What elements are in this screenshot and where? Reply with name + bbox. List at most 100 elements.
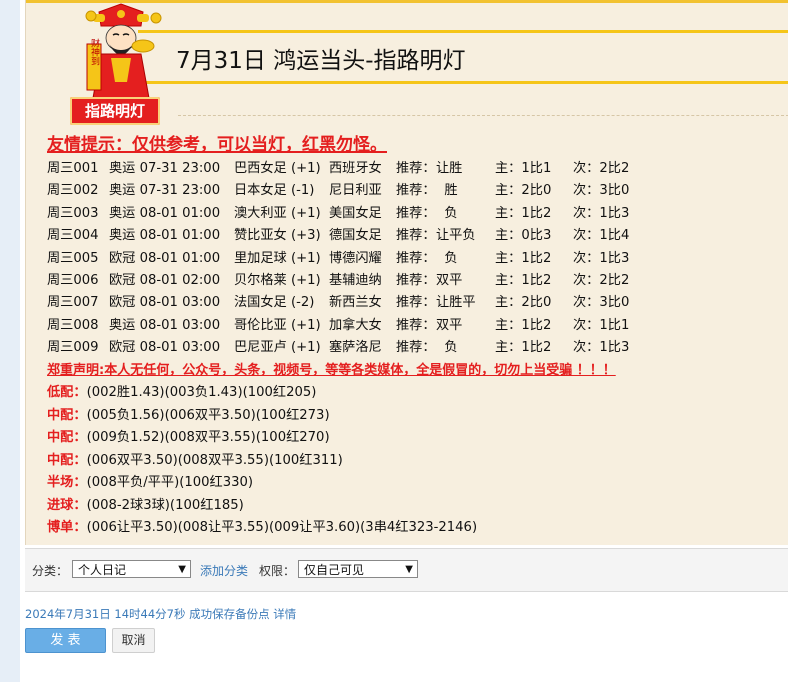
title-box: 7月31日 鸿运当头-指路明灯 — [138, 30, 788, 84]
recommend-label: 推荐： — [396, 317, 436, 333]
match-code: 周三002 — [47, 183, 99, 199]
add-category-link[interactable]: 添加分类 — [200, 562, 248, 579]
friendly-tip: 友情提示：仅供参考，可以当灯，红黑勿怪。 — [47, 135, 387, 155]
combo-label: 中配： — [47, 452, 87, 468]
main-score: 主：1比2 — [495, 317, 552, 333]
combo-item: 博单：(006让平3.50)(008让平3.55)(009让平3.60)(3串4… — [47, 516, 477, 539]
permission-selected-value: 仅自己可见 — [304, 563, 365, 577]
cancel-button[interactable]: 取消 — [112, 628, 155, 653]
match-league-time: 奥运 08-01 01:00 — [109, 205, 221, 221]
match-home-team: 澳大利亚 (+1) — [234, 205, 321, 221]
post-settings-bar: 分类： 个人日记 ▼ 添加分类 权限： 仅自己可见 ▼ — [25, 548, 788, 592]
main-score: 主：1比2 — [495, 250, 552, 266]
match-home-team: 日本女足 (-1) — [234, 183, 315, 199]
recommend-label: 推荐： — [396, 250, 436, 266]
permission-select[interactable]: 仅自己可见 ▼ — [298, 560, 418, 578]
match-code: 周三007 — [47, 295, 99, 311]
recommend-label: 推荐： — [396, 183, 436, 199]
details-link[interactable]: 详情 — [273, 607, 296, 621]
combo-label: 半场： — [47, 475, 87, 490]
recommend-label: 推荐： — [396, 295, 436, 311]
recommend-value: 负 — [436, 205, 458, 221]
chevron-down-icon: ▼ — [405, 564, 413, 575]
recommend-value: 双平 — [436, 317, 463, 333]
match-code: 周三009 — [47, 340, 99, 356]
recommend-value: 让胜 — [436, 161, 463, 176]
main-score: 主：0比3 — [495, 228, 552, 244]
warning-notice: 郑重声明:本人无任何，公众号，头条，视频号，等等各类媒体，全是假冒的，切勿上当受… — [47, 363, 616, 378]
mascot-label: 财神到 — [89, 37, 100, 65]
main-score: 主：1比2 — [495, 340, 552, 356]
category-select[interactable]: 个人日记 ▼ — [72, 560, 191, 578]
save-status: 2024年7月31日 14时44分7秒 成功保存备份点 详情 — [25, 606, 296, 622]
combo-value: (008平负/平平)(100红330) — [86, 475, 254, 490]
match-home-team: 巴西女足 (+1) — [234, 161, 321, 176]
combo-item: 低配：(002胜1.43)(003负1.43)(100红205) — [47, 381, 477, 404]
combo-value: (002胜1.43)(003负1.43)(100红205) — [86, 385, 317, 400]
match-away-team: 西班牙女 — [329, 161, 382, 176]
match-away-team: 塞萨洛尼 — [329, 340, 382, 356]
match-league-time: 欧冠 08-01 02:00 — [109, 272, 221, 288]
match-code: 周三004 — [47, 228, 99, 244]
combo-label: 低配： — [47, 385, 87, 400]
recommend-label: 推荐： — [396, 161, 436, 176]
recommend-label: 推荐： — [396, 205, 436, 221]
secondary-score: 次：2比2 — [573, 161, 630, 176]
category-selected-value: 个人日记 — [78, 563, 127, 577]
combo-list: 低配：(002胜1.43)(003负1.43)(100红205) 中配：(005负… — [47, 381, 477, 539]
match-away-team: 加拿大女 — [329, 317, 382, 333]
secondary-score: 次：1比4 — [573, 228, 630, 244]
match-home-team: 哥伦比亚 (+1) — [234, 317, 321, 333]
post-content-area[interactable]: 7月31日 鸿运当头-指路明灯 财神到 指路明灯 友情提示：仅供参考，可以当灯，… — [25, 0, 788, 545]
match-league-time: 奥运 08-01 01:00 — [109, 228, 221, 244]
combo-value: (006让平3.50)(008让平3.55)(009让平3.60)(3串4红32… — [86, 520, 478, 535]
permission-label: 权限： — [259, 564, 296, 578]
match-league-time: 欧冠 08-01 01:00 — [109, 250, 221, 266]
match-away-team: 博德闪耀 — [329, 250, 382, 266]
recommend-value: 双平 — [436, 272, 463, 288]
secondary-score: 次：2比2 — [573, 272, 630, 288]
match-league-time: 奥运 07-31 23:00 — [109, 161, 221, 176]
combo-item: 中配：(005负1.56)(006双平3.50)(100红273) — [47, 404, 477, 427]
match-away-team: 尼日利亚 — [329, 183, 382, 199]
match-code: 周三008 — [47, 317, 99, 333]
combo-value: (008-2球3球)(100红185) — [86, 497, 244, 513]
recommend-label: 推荐： — [396, 340, 436, 356]
main-score: 主：2比0 — [495, 295, 552, 311]
publish-button[interactable]: 发 表 — [25, 628, 106, 653]
match-home-team: 巴尼亚卢 (+1) — [234, 340, 321, 356]
recommend-label: 推荐： — [396, 228, 436, 244]
combo-label: 中配： — [47, 430, 87, 445]
combo-label: 中配： — [47, 407, 87, 423]
recommend-value: 让平负 — [436, 228, 476, 244]
secondary-score: 次：1比3 — [573, 205, 630, 221]
recommend-value: 胜 — [436, 183, 458, 199]
main-score: 主：2比0 — [495, 183, 552, 199]
main-score: 主：1比2 — [495, 205, 552, 221]
dashed-divider — [178, 115, 788, 116]
match-home-team: 法国女足 (-2) — [234, 295, 315, 311]
match-home-team: 贝尔格莱 (+1) — [234, 272, 321, 288]
editor-container: 7月31日 鸿运当头-指路明灯 财神到 指路明灯 友情提示：仅供参考，可以当灯，… — [20, 0, 788, 682]
match-away-team: 基辅迪纳 — [329, 272, 382, 288]
match-away-team: 德国女足 — [329, 228, 382, 244]
match-away-team: 新西兰女 — [329, 295, 382, 311]
combo-label: 博单： — [47, 520, 87, 535]
secondary-score: 次：3比0 — [573, 295, 630, 311]
combo-label: 进球： — [47, 497, 87, 513]
recommend-value: 负 — [436, 340, 458, 356]
recommend-value: 负 — [436, 250, 458, 266]
match-code: 周三003 — [47, 205, 99, 221]
match-code: 周三001 — [47, 161, 99, 176]
combo-item: 中配：(006双平3.50)(008双平3.55)(100红311) — [47, 449, 477, 472]
match-league-time: 欧冠 08-01 03:00 — [109, 295, 221, 311]
combo-item: 进球：(008-2球3球)(100红185) — [47, 494, 477, 517]
save-status-text: 2024年7月31日 14时44分7秒 成功保存备份点 — [25, 607, 270, 621]
recommend-label: 推荐： — [396, 272, 436, 288]
match-code: 周三006 — [47, 272, 99, 288]
combo-value: (005负1.56)(006双平3.50)(100红273) — [86, 407, 330, 423]
secondary-score: 次：1比1 — [573, 317, 630, 333]
match-code: 周三005 — [47, 250, 99, 266]
combo-value: (006双平3.50)(008双平3.55)(100红311) — [86, 452, 343, 468]
main-score: 主：1比2 — [495, 272, 552, 288]
